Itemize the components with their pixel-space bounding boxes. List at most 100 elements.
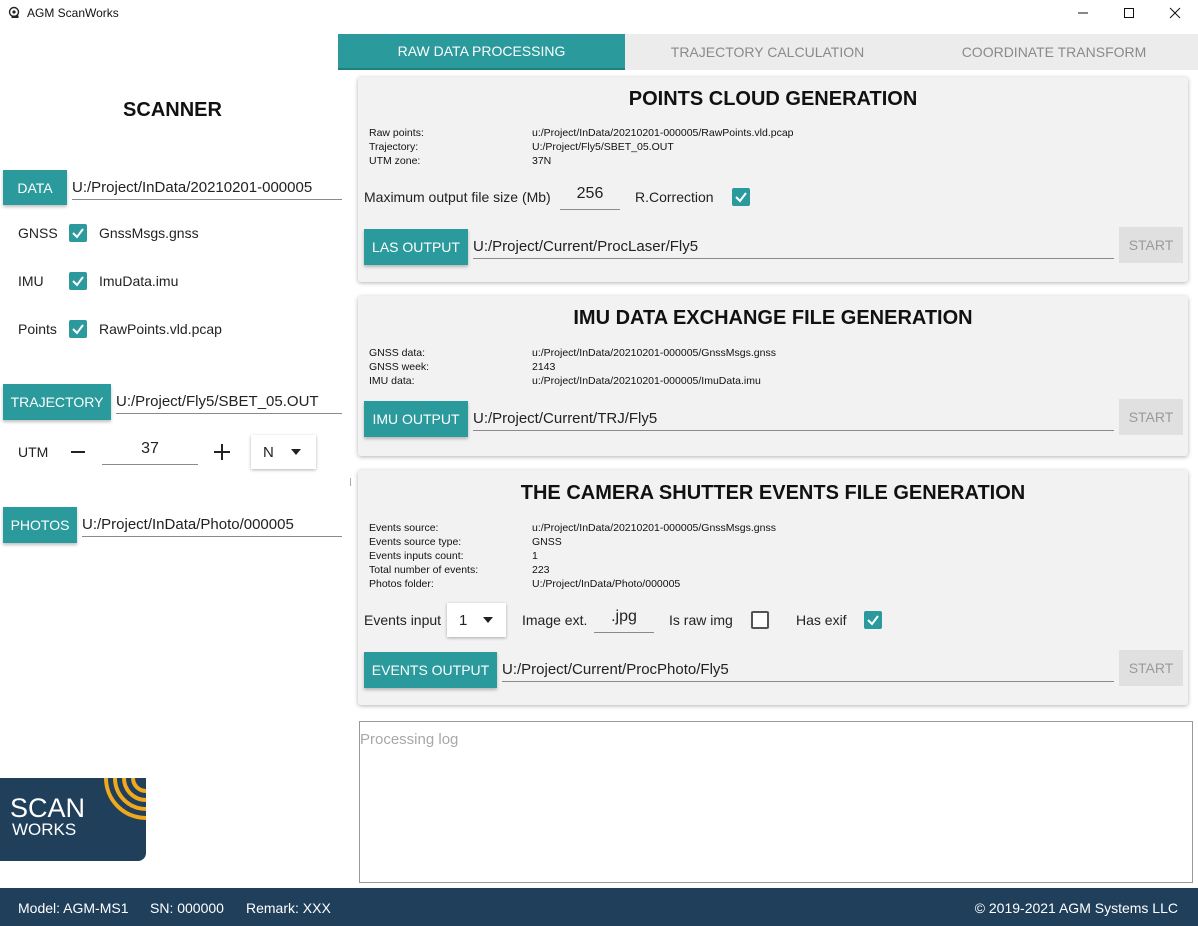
utm-hemisphere-value: N — [263, 443, 274, 461]
gnss-label: GNSS — [18, 225, 58, 241]
sidebar-title: SCANNER — [123, 99, 222, 121]
close-icon — [1169, 7, 1181, 19]
dropdown-arrow-icon — [483, 617, 493, 623]
events-input-select[interactable]: 1 — [447, 603, 506, 637]
has-exif-checkbox[interactable] — [864, 611, 882, 629]
processing-log-placeholder: Processing log — [360, 731, 459, 748]
app-icon — [8, 6, 20, 18]
splitter-handle[interactable] — [350, 478, 351, 486]
camera-events-card: THE CAMERA SHUTTER EVENTS FILE GENERATIO… — [358, 470, 1188, 705]
imu-output-path-field[interactable]: U:/Project/Current/TRJ/Fly5 — [473, 410, 1114, 431]
check-icon — [72, 276, 84, 287]
minimize-button[interactable] — [1060, 0, 1106, 26]
imu-checkbox[interactable] — [69, 272, 87, 290]
las-output-button[interactable]: LAS OUTPUT — [364, 229, 468, 265]
camera-events-title: THE CAMERA SHUTTER EVENTS FILE GENERATIO… — [520, 482, 1026, 504]
rcorrection-checkbox[interactable] — [732, 188, 750, 206]
info-value: 1 — [532, 550, 538, 562]
info-key: Events inputs count: — [369, 550, 464, 562]
events-output-path-field[interactable]: U:/Project/Current/ProcPhoto/Fly5 — [502, 661, 1114, 682]
model-text: Model: AGM-MS1 — [18, 900, 129, 916]
logo-text-works: WORKS — [12, 820, 77, 839]
check-icon — [867, 615, 879, 626]
gnss-file: GnssMsgs.gnss — [99, 225, 199, 241]
utm-decrement-button[interactable] — [68, 443, 88, 461]
info-key: Events source: — [369, 522, 439, 534]
gnss-checkbox[interactable] — [69, 224, 87, 242]
trajectory-path-field[interactable]: U:/Project/Fly5/SBET_05.OUT — [116, 393, 342, 414]
maximize-button[interactable] — [1106, 0, 1152, 26]
info-key: IMU data: — [369, 375, 415, 387]
imu-output-button[interactable]: IMU OUTPUT — [364, 401, 468, 437]
tab-coordinate-transform[interactable]: COORDINATE TRANSFORM — [910, 34, 1198, 70]
logo-waves-icon — [104, 778, 146, 820]
info-value: U:/Project/Fly5/SBET_05.OUT — [532, 141, 674, 153]
info-value: U:/Project/InData/Photo/000005 — [532, 578, 681, 590]
trajectory-button[interactable]: TRAJECTORY — [3, 384, 111, 420]
points-file: RawPoints.vld.pcap — [99, 321, 222, 337]
info-key: GNSS week: — [369, 361, 430, 373]
imu-exchange-title: IMU DATA EXCHANGE FILE GENERATION — [573, 307, 973, 329]
points-start-button[interactable]: START — [1119, 227, 1183, 263]
info-key: Total number of events: — [369, 564, 479, 576]
info-key: Trajectory: — [369, 141, 419, 153]
events-start-button[interactable]: START — [1119, 650, 1183, 686]
photos-path-field[interactable]: U:/Project/InData/Photo/000005 — [82, 516, 342, 537]
info-value: GNSS — [532, 536, 562, 548]
title-bar: AGM ScanWorks — [0, 0, 1198, 26]
points-cloud-card: POINTS CLOUD GENERATION Raw points: u:/P… — [358, 77, 1188, 282]
info-value: u:/Project/InData/20210201-000005/ImuDat… — [532, 375, 761, 387]
image-ext-input[interactable]: .jpg — [594, 608, 654, 633]
maximize-icon — [1124, 8, 1134, 18]
max-size-label: Maximum output file size (Mb) — [364, 189, 551, 205]
status-bar: Model: AGM-MS1 SN: 000000 Remark: XXX © … — [0, 888, 1198, 926]
tab-trajectory-calculation[interactable]: TRAJECTORY CALCULATION — [625, 34, 910, 70]
window-title: AGM ScanWorks — [27, 6, 119, 20]
close-button[interactable] — [1152, 0, 1198, 26]
utm-increment-button[interactable] — [212, 442, 232, 462]
info-value: 37N — [532, 155, 552, 167]
serial-number-text: SN: 000000 — [150, 900, 224, 916]
photos-button[interactable]: PHOTOS — [3, 507, 77, 543]
info-value: u:/Project/InData/20210201-000005/RawPoi… — [532, 127, 794, 139]
copyright-text: © 2019-2021 AGM Systems LLC — [974, 900, 1178, 916]
scanworks-logo: SCAN WORKS — [0, 778, 146, 861]
points-label: Points — [18, 321, 57, 337]
utm-hemisphere-select[interactable]: N — [251, 435, 316, 469]
info-value: 223 — [532, 564, 550, 576]
image-ext-label: Image ext. — [522, 612, 588, 628]
minus-icon — [71, 451, 85, 453]
imu-file: ImuData.imu — [99, 273, 179, 289]
imu-exchange-card: IMU DATA EXCHANGE FILE GENERATION GNSS d… — [358, 296, 1188, 456]
info-key: UTM zone: — [369, 155, 421, 167]
check-icon — [735, 192, 747, 203]
points-cloud-title: POINTS CLOUD GENERATION — [628, 88, 918, 110]
info-key: Raw points: — [369, 127, 424, 139]
data-button[interactable]: DATA — [3, 170, 67, 205]
max-size-input[interactable]: 256 — [560, 185, 620, 210]
has-exif-label: Has exif — [796, 612, 847, 628]
dropdown-arrow-icon — [291, 449, 301, 455]
utm-label: UTM — [18, 444, 49, 460]
events-output-button[interactable]: EVENTS OUTPUT — [364, 652, 497, 688]
imu-label: IMU — [18, 273, 44, 289]
info-value: 2143 — [532, 361, 556, 373]
info-key: Photos folder: — [369, 578, 434, 590]
minimize-icon — [1078, 12, 1088, 14]
remark-text: Remark: XXX — [246, 900, 331, 916]
las-output-path-field[interactable]: U:/Project/Current/ProcLaser/Fly5 — [473, 238, 1114, 259]
utm-zone-input[interactable]: 37 — [102, 440, 198, 465]
is-raw-checkbox[interactable] — [751, 611, 769, 629]
info-key: Events source type: — [369, 536, 462, 548]
data-path-field[interactable]: U:/Project/InData/20210201-000005 — [72, 179, 342, 200]
rcorrection-label: R.Correction — [635, 189, 714, 205]
tab-raw-data-processing[interactable]: RAW DATA PROCESSING — [338, 34, 625, 70]
info-value: u:/Project/InData/20210201-000005/GnssMs… — [532, 522, 776, 534]
imu-start-button[interactable]: START — [1119, 399, 1183, 435]
plus-icon — [214, 444, 230, 460]
is-raw-label: Is raw img — [669, 612, 733, 628]
points-checkbox[interactable] — [69, 320, 87, 338]
info-value: u:/Project/InData/20210201-000005/GnssMs… — [532, 347, 776, 359]
processing-log[interactable]: Processing log — [359, 721, 1193, 883]
events-input-value: 1 — [459, 611, 468, 629]
